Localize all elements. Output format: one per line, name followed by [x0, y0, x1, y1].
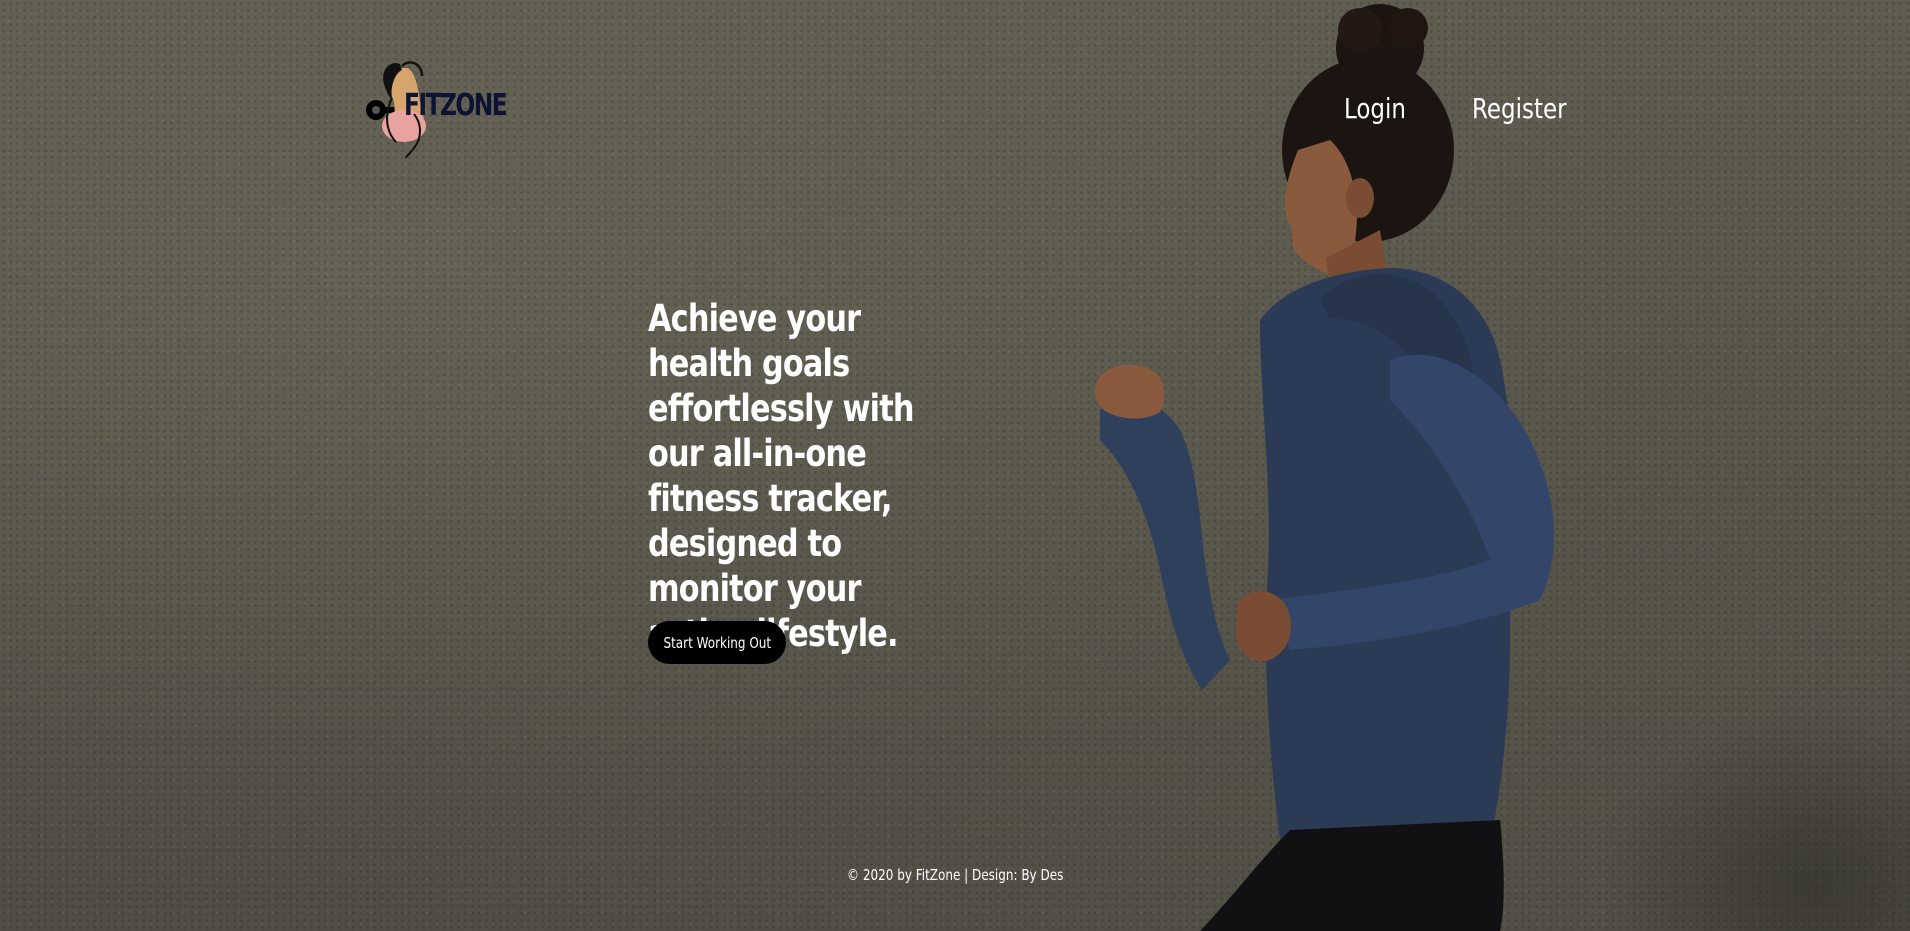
runner-image [1094, 4, 1554, 931]
hero-headline: Achieve your health goals effortlessly w… [648, 297, 915, 655]
footer: © 2020 by FitZone | Design: By Des [0, 866, 1910, 885]
register-link[interactable]: Register [1472, 92, 1567, 125]
start-working-out-label: Start Working Out [663, 633, 771, 652]
start-working-out-button[interactable]: Start Working Out [648, 621, 786, 664]
footer-copyright: © 2020 by FitZone | Design: By Des [846, 866, 1064, 884]
top-nav: Login Register [1344, 92, 1587, 125]
login-link[interactable]: Login [1344, 92, 1406, 125]
landing-page: FITZONE Login Register Achieve your heal… [0, 0, 1910, 931]
logo-wordmark: FITZONE [404, 88, 508, 123]
